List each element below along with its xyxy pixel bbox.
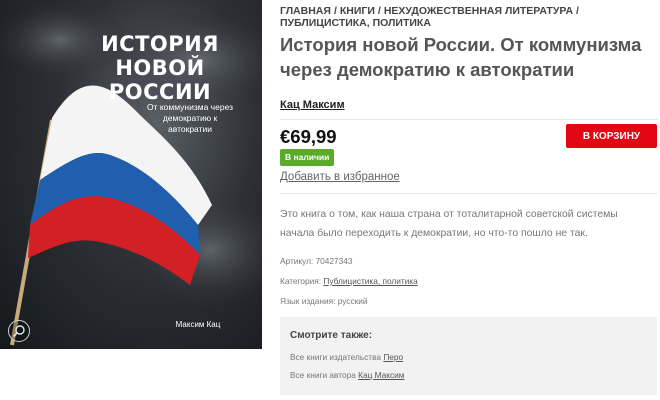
author-link[interactable]: Кац Максим bbox=[280, 99, 345, 111]
cover-subtitle: От коммунизма через демократию к автокра… bbox=[146, 102, 234, 134]
product-description: Это книга о том, как наша страна от тота… bbox=[280, 209, 618, 239]
category-link[interactable]: Публицистика, политика bbox=[323, 276, 417, 286]
breadcrumb: ГЛАВНАЯ / КНИГИ / НЕХУДОЖЕСТВЕННАЯ ЛИТЕРАТУР… bbox=[280, 5, 650, 29]
breadcrumb-nonfiction[interactable]: НЕХУДОЖЕСТВЕННАЯ ЛИТЕРАТУРА bbox=[384, 5, 573, 17]
language-label: Язык издания: bbox=[280, 296, 336, 306]
add-to-cart-button[interactable]: В КОРЗИНУ bbox=[566, 124, 657, 148]
add-to-wishlist-link[interactable]: Добавить в избранное bbox=[280, 171, 400, 183]
language-value: русский bbox=[337, 296, 368, 306]
see-also-author-link[interactable]: Кац Максим bbox=[358, 370, 404, 380]
zoom-button[interactable] bbox=[8, 320, 30, 342]
see-also-author: Все книги автора Кац Максим bbox=[290, 370, 404, 380]
see-also-publisher: Все книги издательства Перо bbox=[290, 352, 403, 362]
breadcrumb-separator: / bbox=[377, 5, 381, 17]
category-label: Категория: bbox=[280, 276, 322, 286]
divider bbox=[280, 119, 658, 120]
cover-title: ИСТОРИЯ НОВОЙ РОССИИ bbox=[101, 32, 219, 104]
product-language: Язык издания: русский bbox=[280, 296, 368, 306]
product-price: €69,99 bbox=[280, 126, 337, 147]
sku-label: Артикул: bbox=[280, 256, 314, 266]
stock-status-badge: В наличии bbox=[280, 149, 335, 166]
divider bbox=[280, 193, 658, 194]
publisher-label: Все книги издательства bbox=[290, 352, 382, 362]
breadcrumb-separator: / bbox=[576, 5, 579, 17]
see-also-author-label: Все книги автора bbox=[290, 370, 356, 380]
product-category: Категория: Публицистика, политика bbox=[280, 276, 418, 286]
breadcrumb-separator: / bbox=[333, 5, 337, 17]
see-also-title: Смотрите также: bbox=[290, 330, 373, 341]
see-also-panel: Смотрите также: Все книги издательства П… bbox=[280, 317, 657, 395]
cover-author: Максим Кац bbox=[175, 320, 221, 329]
zoom-in-icon bbox=[12, 325, 25, 338]
book-cover-image[interactable]: ИСТОРИЯ НОВОЙ РОССИИ От коммунизма через… bbox=[0, 0, 262, 349]
product-sku: Артикул: 70427343 bbox=[280, 256, 352, 266]
breadcrumb-books[interactable]: КНИГИ bbox=[340, 5, 375, 17]
publisher-link[interactable]: Перо bbox=[383, 352, 403, 362]
breadcrumb-politics[interactable]: ПУБЛИЦИСТИКА, ПОЛИТИКА bbox=[280, 17, 431, 29]
sku-value: 70427343 bbox=[315, 256, 353, 266]
product-title: История новой России. От коммунизма чере… bbox=[280, 34, 642, 80]
breadcrumb-home[interactable]: ГЛАВНАЯ bbox=[280, 5, 331, 17]
